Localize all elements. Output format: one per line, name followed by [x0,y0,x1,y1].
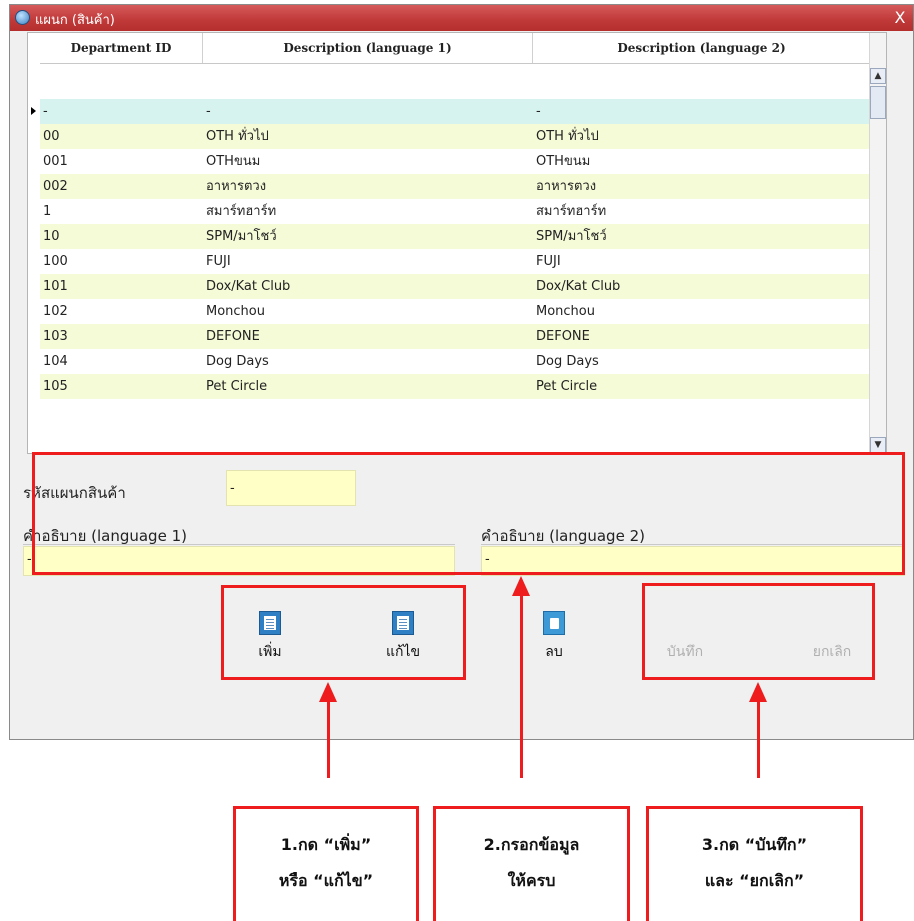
cell-description-2: - [536,104,541,119]
table-row[interactable]: 102 Monchou Monchou [40,299,871,324]
cell-department-id: 100 [43,254,68,269]
table-row[interactable]: 001 OTHขนม OTHขนม [40,149,871,174]
cell-description-1: Pet Circle [206,379,268,394]
step-2-note: 2.กรอกข้อมูล ให้ครบ [433,806,630,921]
scroll-up-icon[interactable]: ▲ [870,68,886,84]
add-edit-highlight-box [221,585,466,680]
title-bar[interactable]: แผนก (สินค้า) X [10,5,913,31]
cell-description-2: อาหารตวง [536,179,597,194]
cell-description-1: OTHขนม [206,154,261,169]
cell-description-1: Monchou [206,304,265,319]
table-row[interactable]: 100 FUJI FUJI [40,249,871,274]
cell-description-1: Dox/Kat Club [206,279,291,294]
cell-description-1: - [206,104,211,119]
cell-description-2: DEFONE [536,329,590,344]
cell-department-id: - [43,104,48,119]
grid-header: Department ID Description (language 1) D… [28,33,871,64]
delete-button[interactable]: ลบ [534,611,574,663]
cell-department-id: 105 [43,379,68,394]
cell-department-id: 1 [43,204,52,219]
arrow-up-icon [749,682,767,702]
cell-description-2: Pet Circle [536,379,598,394]
cell-department-id: 001 [43,154,68,169]
cell-description-2: FUJI [536,254,561,269]
step-3-note: 3.กด “บันทึก” และ “ยกเลิก” [646,806,863,921]
recycle-bin-icon [543,611,565,635]
table-row[interactable]: 00 OTH ทั่วไป OTH ทั่วไป [40,124,871,149]
step-1-line-1: 1.กด “เพิ่ม” [280,835,372,854]
table-row[interactable]: 002 อาหารตวง อาหารตวง [40,174,871,199]
cell-description-2: OTHขนม [536,154,591,169]
window-title: แผนก (สินค้า) [35,13,115,28]
scroll-thumb[interactable] [870,86,886,119]
save-cancel-highlight-box [642,583,875,680]
cell-description-1: FUJI [206,254,231,269]
cell-department-id: 103 [43,329,68,344]
cell-description-1: DEFONE [206,329,260,344]
cell-description-2: Dog Days [536,354,599,369]
cell-description-2: SPM/มาโชว์ [536,229,607,244]
cell-description-1: Dog Days [206,354,269,369]
step-2-line-2: ให้ครบ [507,871,556,890]
table-row[interactable]: 105 Pet Circle Pet Circle [40,374,871,399]
current-row-marker-icon [31,107,36,115]
column-header-department-id[interactable]: Department ID [40,33,203,63]
step-3-line-1: 3.กด “บันทึก” [701,835,808,854]
arrow-shaft [327,700,330,778]
cell-description-1: SPM/มาโชว์ [206,229,277,244]
table-row[interactable]: 103 DEFONE DEFONE [40,324,871,349]
arrow-up-icon [319,682,337,702]
step-2-line-1: 2.กรอกข้อมูล [483,835,580,854]
table-row[interactable]: 104 Dog Days Dog Days [40,349,871,374]
cell-description-2: Monchou [536,304,595,319]
cell-department-id: 102 [43,304,68,319]
cell-department-id: 101 [43,279,68,294]
cell-department-id: 10 [43,229,60,244]
table-row[interactable]: 1 สมาร์ทฮาร์ท สมาร์ทฮาร์ท [40,199,871,224]
column-header-description-1[interactable]: Description (language 1) [203,33,533,63]
cell-description-1: สมาร์ทฮาร์ท [206,204,277,219]
step-1-line-2: หรือ “แก้ไข” [278,871,374,890]
cell-description-2: OTH ทั่วไป [536,129,599,144]
step-1-note: 1.กด “เพิ่ม” หรือ “แก้ไข” [233,806,419,921]
app-icon [15,10,30,25]
cell-description-1: OTH ทั่วไป [206,129,269,144]
cell-department-id: 002 [43,179,68,194]
scroll-down-icon[interactable]: ▼ [870,437,886,453]
cell-department-id: 104 [43,354,68,369]
table-row[interactable]: 101 Dox/Kat Club Dox/Kat Club [40,274,871,299]
cell-department-id: 00 [43,129,60,144]
table-row[interactable]: 10 SPM/มาโชว์ SPM/มาโชว์ [40,224,871,249]
form-highlight-box [32,452,905,575]
column-header-description-2[interactable]: Description (language 2) [533,33,871,63]
delete-button-label: ลบ [545,644,563,660]
arrow-shaft [757,700,760,778]
department-grid[interactable]: Department ID Description (language 1) D… [27,32,887,454]
table-row[interactable]: - - - [40,99,871,124]
step-3-line-2: และ “ยกเลิก” [704,871,805,890]
close-button[interactable]: X [889,7,911,28]
arrow-shaft [520,594,523,778]
cell-description-2: สมาร์ทฮาร์ท [536,204,607,219]
cell-description-1: อาหารตวง [206,179,267,194]
arrow-up-icon [512,576,530,596]
vertical-scrollbar[interactable]: ▲ ▼ [869,33,886,453]
cell-description-2: Dox/Kat Club [536,279,621,294]
